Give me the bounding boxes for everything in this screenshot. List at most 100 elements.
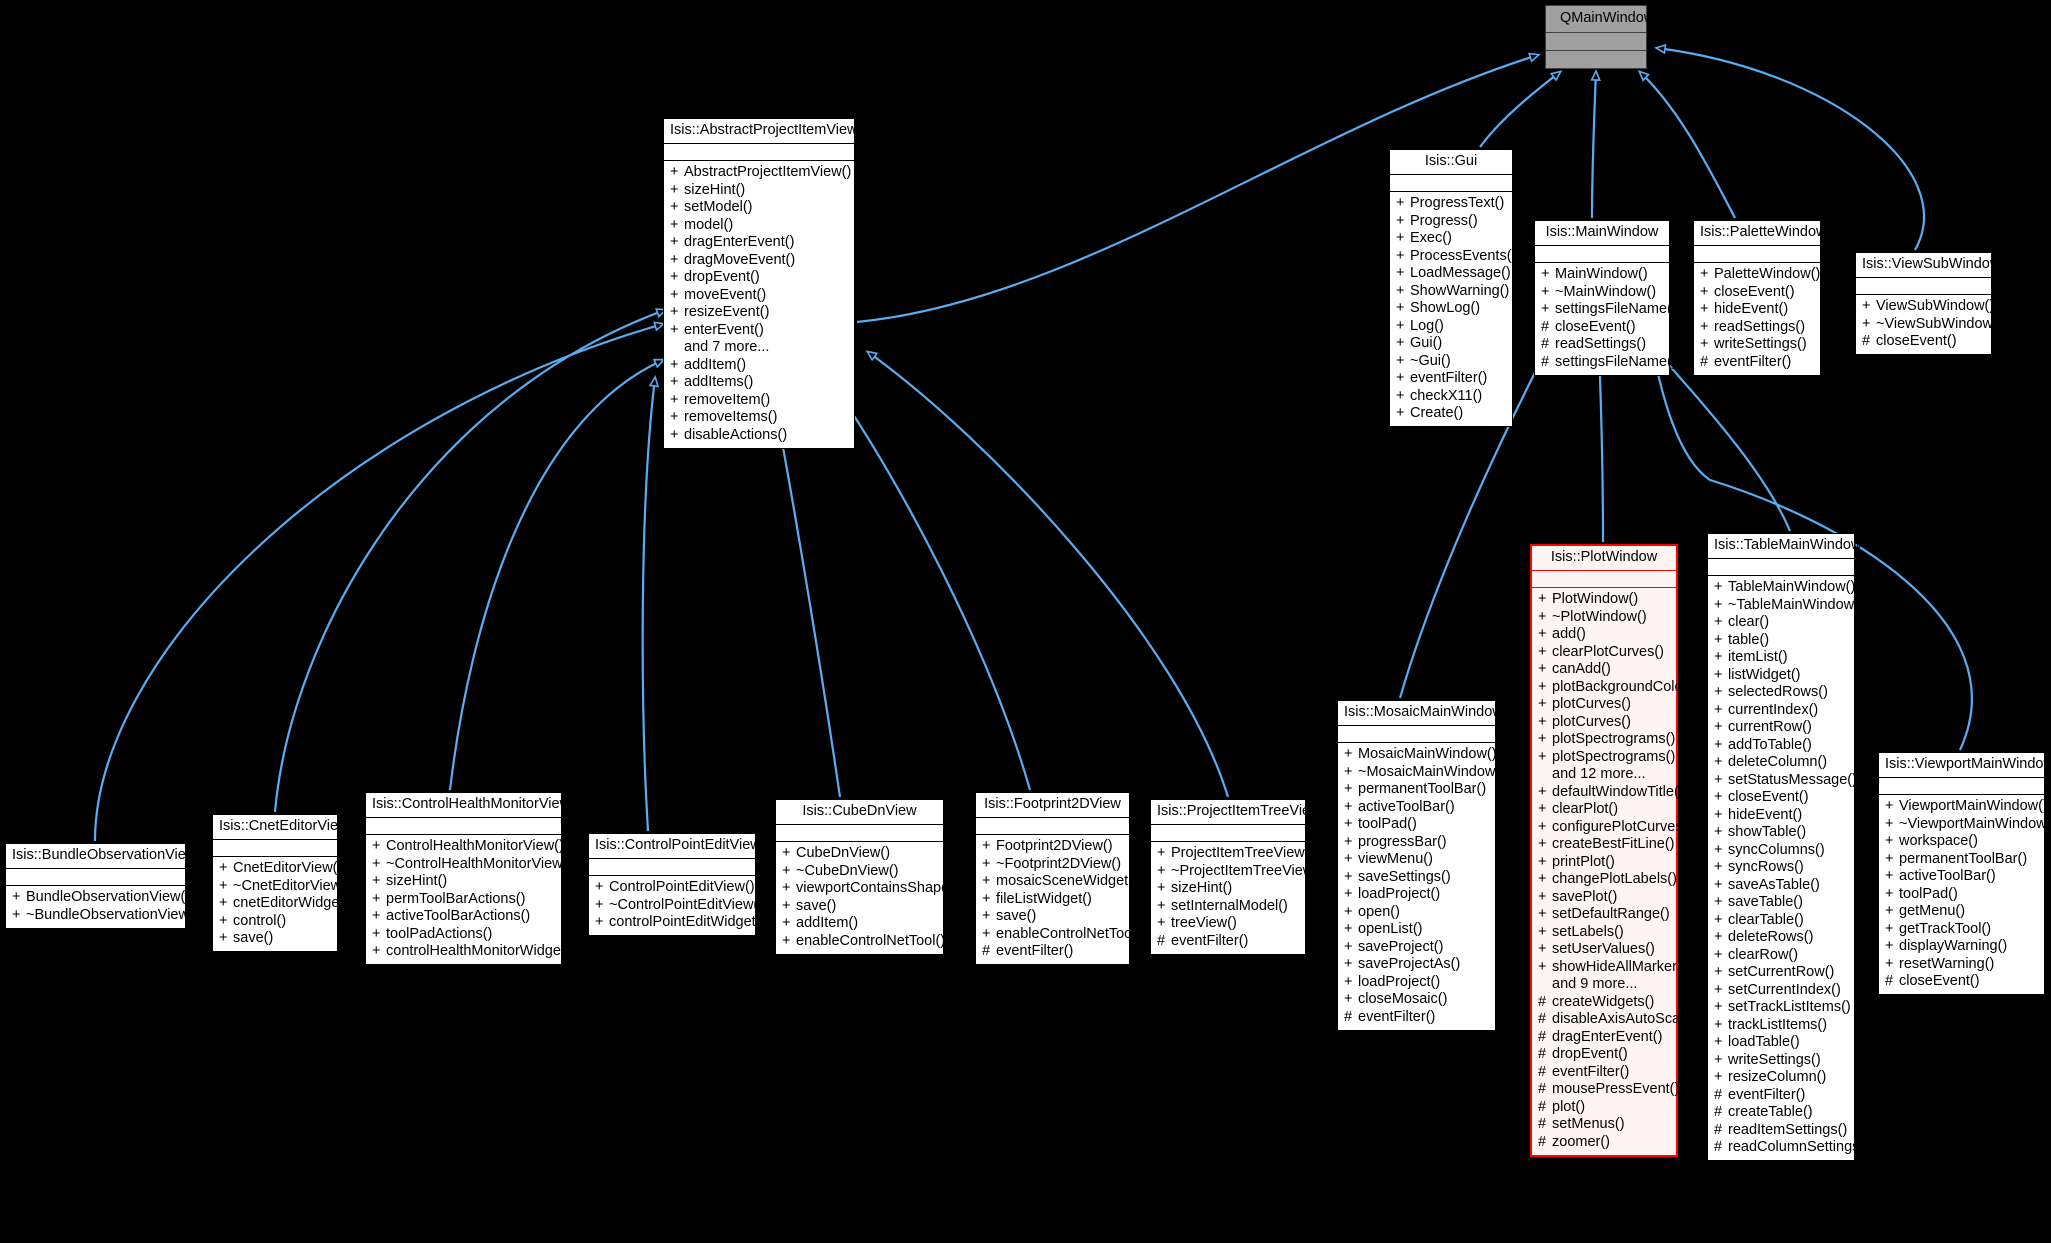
class-node-isis-plotwindow[interactable]: Isis::PlotWindow + PlotWindow() + ~PlotWindo… [1530,544,1701,1157]
method-name: Create() [1410,405,1464,421]
class-method-row: + mosaicSceneWidget() [978,873,1138,891]
method-name: addItem() [796,915,859,931]
method-name: ~BundleObservationView() [26,906,199,923]
method-name: ~ViewSubWindow() [1876,315,2003,332]
method-name: ~Footprint2DView() [996,855,1122,872]
class-method-row: + clear() [1710,614,1852,632]
method-visibility: # [1885,973,1894,989]
class-node-isis-bundleobservationview[interactable]: Isis::BundleObservationView + BundleObserv… [5,843,199,929]
class-method-row: + saveSettings() [1340,868,1493,886]
method-visibility: + [372,873,381,889]
method-name: setUserValues() [1552,941,1655,957]
class-node-isis-tablemainwindow[interactable]: Isis::TableMainWindow + TableMainWindow() +… [1707,533,1869,1161]
class-node-isis-cneteditorview[interactable]: Isis::CnetEditorView + CnetEditorView() + ~C… [212,814,353,952]
class-method-row: + saveProjectAs() [1340,956,1493,974]
class-node-isis-viewsubwindow[interactable]: Isis::ViewSubWindow + ViewSubWindow() + ~Vie… [1855,252,2003,355]
class-node-methods: + PlotWindow() + ~PlotWindow() + add() + clearP… [1532,588,1701,1155]
class-node-isis-gui[interactable]: Isis::Gui + ProgressText() + Progress() + Exec… [1389,149,1516,427]
method-name: readItemSettings() [1728,1121,1848,1138]
method-visibility: + [219,912,228,929]
method-visibility: + [1344,781,1353,797]
method-visibility: + [1885,938,1894,954]
class-method-row: + createBestFitLine() [1534,836,1675,854]
method-visibility: + [670,199,679,215]
method-name: clearRow() [1728,946,1799,963]
method-visibility: + [1538,591,1547,607]
method-visibility: + [982,890,991,907]
class-node-methods: + ViewSubWindow() + ~ViewSubWindow() # closeE… [1856,295,2003,355]
class-node-isis-controlhealthmonitorview[interactable]: Isis::ControlHealthMonitorView + ControlHe… [365,792,575,965]
class-method-row: + permanentToolBar() [1340,781,1493,799]
class-node-attributes [1390,175,1512,192]
class-method-row: + hideEvent() [1696,301,1818,319]
method-name: addItems() [684,374,754,390]
class-method-row: + defaultWindowTitle() [1534,783,1684,801]
method-visibility: + [372,838,381,854]
class-method-row: + ProcessEvents() [1392,247,1516,265]
method-visibility: + [670,374,679,390]
class-method-row: + open() [1340,903,1493,921]
method-visibility: + [1541,266,1550,282]
class-node-attributes [366,818,561,835]
class-method-row: + Footprint2DView() [978,838,1127,856]
class-method-row: # zoomer() [1534,1133,1674,1151]
class-method-row: # eventFilter() [1696,353,1818,371]
class-node-isis-abstractprojectitemview[interactable]: Isis::AbstractProjectItemView + AbstractPr… [663,118,858,449]
class-method-row: + setLabels() [1534,923,1674,941]
method-visibility: + [1157,845,1166,861]
class-node-isis-footprint2dview[interactable]: Isis::Footprint2DView + Footprint2DView() +… [975,792,1145,965]
method-name: zoomer() [1552,1133,1611,1150]
method-visibility: + [1541,283,1550,300]
class-method-row: + activeToolBarActions() [368,908,559,926]
class-node-isis-mainwindow[interactable]: Isis::MainWindow + MainWindow() + ~MainWindo… [1534,220,1677,376]
class-node-isis-cubednview[interactable]: Isis::CubeDnView + CubeDnView() + ~CubeDnVie… [775,799,959,955]
method-visibility: + [1538,731,1547,747]
class-method-row: + ~Gui() [1392,352,1510,370]
method-name: toolPadActions() [386,925,493,942]
method-visibility: # [1541,318,1550,335]
class-method-row: + showHideAllMarkers() [1534,958,1694,976]
method-visibility: + [1344,868,1353,885]
method-visibility: + [1714,946,1723,963]
method-name: MainWindow() [1555,266,1648,282]
class-node-isis-controlpointeditview[interactable]: Isis::ControlPointEditView + ControlPointE… [588,833,765,936]
class-node-title: Isis::CnetEditorView [213,815,348,840]
method-visibility: + [1396,212,1405,229]
method-name: loadProject() [1358,973,1441,990]
class-node-qmainwindow[interactable]: QMainWindow [1545,5,1654,69]
class-node-isis-palettewindow[interactable]: Isis::PaletteWindow + PaletteWindow() + clos… [1693,220,1827,376]
method-visibility: + [372,943,381,959]
method-name: dragEnterEvent() [684,234,795,250]
method-visibility: + [1538,661,1547,677]
method-name: activeToolBar() [1358,798,1455,815]
class-node-title: Isis::ViewportMainWindow [1879,753,2051,778]
method-visibility: + [1885,833,1894,849]
method-name: ~ControlHealthMonitorView() [386,855,573,872]
class-node-isis-mosaicmainwindow[interactable]: Isis::MosaicMainWindow + MosaicMainWindow(… [1337,700,1505,1031]
method-name: clearPlotCurves() [1552,643,1664,660]
method-visibility: + [1157,897,1166,914]
method-visibility: + [1344,833,1353,850]
method-visibility: # [1538,1116,1547,1132]
method-name: permanentToolBar() [1358,781,1487,797]
class-method-row: and 12 more... [1534,766,1674,784]
class-node-isis-projectitemtreeview[interactable]: Isis::ProjectItemTreeView + ProjectItemTre… [1150,799,1323,955]
class-node-title: Isis::PaletteWindow [1694,221,1827,246]
class-method-row: + plotSpectrograms() [1534,731,1675,749]
class-method-row: + ~MosaicMainWindow() [1340,763,1505,781]
method-name: save() [996,908,1037,924]
class-node-isis-viewportmainwindow[interactable]: Isis::ViewportMainWindow+ ViewportMainWin… [1878,752,2051,995]
class-method-row: + ViewportMainWindow() [1881,798,2048,816]
method-name: plotCurves() [1552,713,1631,730]
method-visibility: # [1538,1063,1547,1080]
class-method-row: + ShowLog() [1392,300,1510,318]
class-method-row: + printPlot() [1534,853,1674,871]
class-method-row: + readSettings() [1696,318,1818,336]
method-name: removeItems() [684,409,778,425]
method-name: readColumnSettings() [1728,1139,1870,1155]
method-visibility: # [1538,1133,1547,1150]
method-name: savePlot() [1552,888,1618,905]
method-visibility: + [670,164,679,180]
method-visibility: + [219,877,228,894]
method-visibility: + [1157,880,1166,896]
